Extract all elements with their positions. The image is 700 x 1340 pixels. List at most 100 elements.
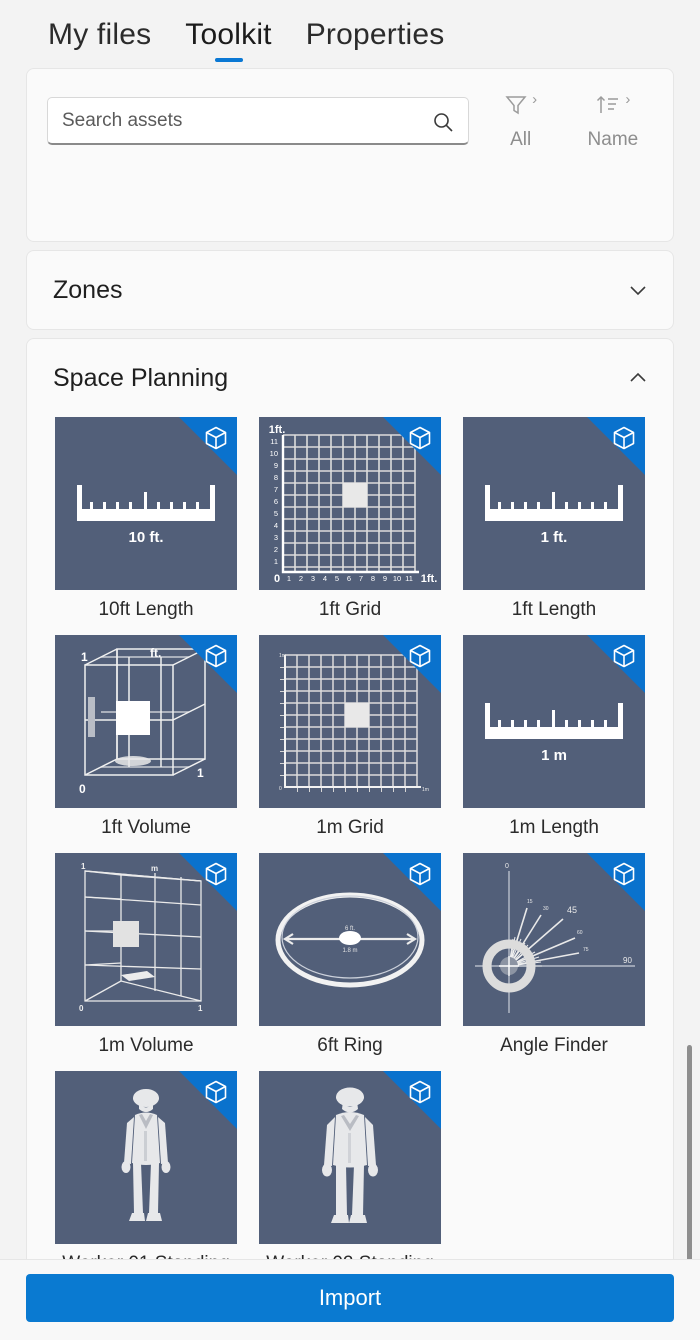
svg-text:5: 5 [274,509,278,518]
svg-text:1: 1 [274,557,278,566]
svg-text:11: 11 [270,437,278,446]
svg-text:8: 8 [274,473,278,482]
search-box[interactable] [47,97,469,145]
chevron-up-icon[interactable] [627,367,649,389]
panel-body: › All › Name [0,68,700,1286]
asset-card[interactable]: 1 m 1m Length [463,635,645,839]
chevron-right-icon: › [532,91,538,108]
thumb-corner-label: 0 [79,782,86,796]
asset-card[interactable]: 1 ft. 1ft Length [463,417,645,621]
asset-label: 1m Length [509,817,599,838]
asset-card[interactable]: 6 ft. 1.8 m 6ft Ring [259,853,441,1057]
asset-thumbnail[interactable]: 1 m [463,635,645,808]
cube-3d-icon [407,643,433,674]
svg-text:75: 75 [583,947,589,953]
section-space-planning: Space Planning 10 ft. 10ft Length 1 2 3 … [26,338,674,1286]
filter-caption: All [510,129,532,150]
angle-label: 90 [623,956,632,965]
asset-grid-wrap: 10 ft. 10ft Length 1 2 3 4 5 6 7 8 9 10 … [27,417,673,1285]
svg-text:7: 7 [359,574,363,583]
thumb-corner-label: 1 [81,862,86,871]
import-button[interactable]: Import [26,1274,674,1322]
sort-icon-row: › [573,91,653,123]
asset-thumbnail[interactable]: 1 m 0 1 [55,853,237,1026]
section-title: Zones [53,275,123,304]
toolkit-panel: My files Toolkit Properties Search asset… [0,0,700,1340]
asset-card[interactable]: 1 m 0 1 1m Volume [55,853,237,1057]
sort-button[interactable]: › Name [573,91,653,151]
thumb-label: 10 ft. [128,529,163,546]
footer-bar: Import [0,1260,700,1340]
svg-text:5: 5 [335,574,339,583]
svg-text:0: 0 [279,786,282,792]
svg-text:11: 11 [405,574,413,583]
asset-card[interactable]: 123 456 789 10 11 123 456 789 10 11 0 1f… [259,417,441,621]
svg-text:2: 2 [274,545,278,554]
search-icon[interactable] [432,111,454,138]
asset-thumbnail[interactable]: 1 ft. 0 1 [55,635,237,808]
sort-ascending-icon [595,93,621,122]
tab-properties[interactable]: Properties [306,18,445,62]
cube-3d-icon [203,1079,229,1110]
thumb-corner-label: 1 [198,1004,203,1013]
svg-text:6: 6 [274,497,278,506]
section-header-space-planning[interactable]: Space Planning [27,339,673,417]
scrollbar-thumb[interactable] [686,1045,692,1267]
thumb-corner-label: 1 [197,766,204,780]
asset-card[interactable]: 10 ft. 10ft Length [55,417,237,621]
svg-text:3: 3 [311,574,315,583]
asset-card[interactable]: 0 45 90 15 30 60 75 Angle Finder [463,853,645,1057]
active-tab-indicator [214,58,243,62]
cube-3d-icon [203,425,229,456]
asset-label: 1ft Volume [101,817,191,838]
asset-thumbnail[interactable] [259,1071,441,1244]
svg-text:4: 4 [274,521,278,530]
asset-thumbnail[interactable]: 0 45 90 15 30 60 75 [463,853,645,1026]
asset-thumbnail[interactable]: 123 456 789 10 11 123 456 789 10 11 0 1f… [259,417,441,590]
svg-text:10: 10 [393,574,401,583]
filter-funnel-icon [504,93,528,122]
svg-text:0: 0 [274,573,280,585]
svg-text:7: 7 [274,485,278,494]
cube-3d-icon [407,861,433,892]
svg-text:10: 10 [270,449,278,458]
thumb-corner-label: 1ft. [421,573,438,585]
asset-label: Angle Finder [500,1035,608,1056]
asset-thumbnail[interactable]: 6 ft. 1.8 m [259,853,441,1026]
asset-label: 1ft Length [511,599,597,620]
svg-text:9: 9 [274,461,278,470]
asset-thumbnail[interactable]: 1m 1m 0 [259,635,441,808]
filter-button[interactable]: › All [481,91,561,151]
svg-text:15: 15 [527,899,533,905]
thumb-label: 1 m [541,747,567,764]
asset-list-scrollbar[interactable] [685,1045,693,1267]
svg-text:8: 8 [371,574,375,583]
asset-thumbnail[interactable] [55,1071,237,1244]
asset-label: 6ft Ring [317,1035,383,1056]
asset-card[interactable]: 1m 1m 0 1m Grid [259,635,441,839]
asset-thumbnail[interactable]: 1 ft. [463,417,645,590]
svg-text:1m: 1m [422,787,429,793]
tab-my-files[interactable]: My files [48,18,151,62]
thumb-corner-label: ft. [150,646,161,660]
search-input[interactable] [62,109,454,132]
cube-3d-icon [203,643,229,674]
asset-card[interactable]: Worker 02 Standing [259,1071,441,1275]
tab-toolkit[interactable]: Toolkit [185,18,272,62]
cube-3d-icon [611,425,637,456]
asset-thumbnail[interactable]: 10 ft. [55,417,237,590]
svg-text:1.8 m: 1.8 m [342,948,357,954]
svg-text:60: 60 [577,930,583,936]
thumb-label: 1 ft. [541,529,568,546]
svg-text:2: 2 [299,574,303,583]
cube-3d-icon [611,861,637,892]
asset-card[interactable]: Worker 01 Standing [55,1071,237,1275]
tab-label: Toolkit [185,18,272,51]
angle-label: 45 [567,905,577,915]
chevron-right-icon: › [625,91,631,108]
chevron-down-icon[interactable] [627,279,649,301]
cube-3d-icon [407,425,433,456]
asset-label: 1m Volume [98,1035,194,1056]
asset-card[interactable]: 1 ft. 0 1 1ft Volume [55,635,237,839]
section-header-zones[interactable]: Zones [27,251,673,329]
